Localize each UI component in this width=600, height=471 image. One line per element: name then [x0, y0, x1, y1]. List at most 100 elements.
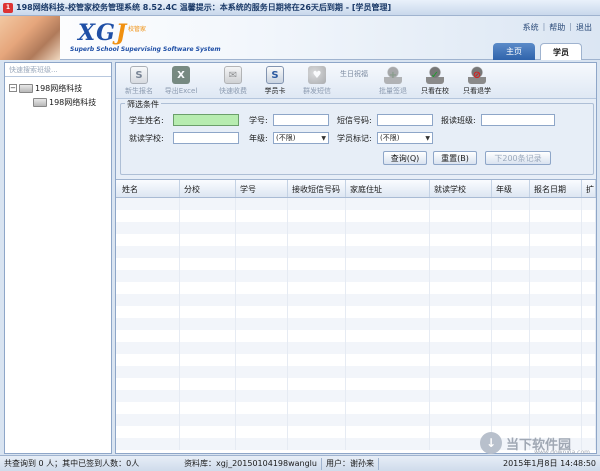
student-id-label: 学号: — [249, 115, 268, 125]
student-mark-label: 学员标记: — [337, 133, 372, 143]
col-sms-number[interactable]: 接收短信号码 — [288, 180, 346, 197]
table-row — [116, 198, 596, 210]
query-summary: 共查询到 0 人；其中已签到人数：0人 — [4, 459, 140, 468]
filter-row-1: 学生姓名: 学号: 短信号码: 报读班级: — [129, 114, 555, 126]
branch-folder-icon — [33, 97, 47, 107]
student-name-input[interactable] — [173, 114, 239, 126]
user-add-icon: + — [384, 66, 402, 84]
tree-child-node[interactable]: 198网络科技 — [9, 95, 107, 109]
logo-mark-text: XG — [78, 20, 116, 46]
current-user: 用户：谢孙来 — [325, 459, 374, 468]
chevron-down-icon: ▼ — [425, 134, 430, 142]
col-address[interactable]: 家庭住址 — [346, 180, 430, 197]
student-card-icon: S — [130, 66, 148, 84]
table-row — [116, 294, 596, 306]
grade-select-value: (不限) — [276, 134, 296, 142]
grade-select[interactable]: (不限) ▼ — [273, 132, 329, 144]
tab-student[interactable]: 学员 — [540, 43, 582, 60]
student-card-label: 学员卡 — [264, 87, 286, 95]
table-row — [116, 366, 596, 378]
student-card-icon: S — [266, 66, 284, 84]
help-link[interactable]: 帮助 — [549, 22, 565, 33]
logo-tagline: Superb School Supervising Software Syste… — [70, 46, 221, 53]
student-mark-select[interactable]: (不限) ▼ — [377, 132, 433, 144]
birthday-wishes-label[interactable]: 生日祝福 — [340, 63, 368, 79]
student-card-button[interactable]: S 学员卡 — [254, 63, 296, 99]
enrolled-class-input[interactable] — [481, 114, 555, 126]
student-management-pane: S 新生报名 X 导出Excel ✉ 快速收费 S 学员卡 ♥ 群发短信 生日祝… — [115, 62, 597, 454]
table-row — [116, 354, 596, 366]
export-excel-button[interactable]: X 导出Excel — [160, 63, 202, 99]
grid-header: 姓名 分校 学号 接收短信号码 家庭住址 就读学校 年级 报名日期 扩 — [116, 180, 596, 198]
app-icon: 1 — [3, 2, 13, 13]
table-row — [116, 270, 596, 282]
brand-logo: XGJ — [78, 20, 127, 46]
col-grade[interactable]: 年级 — [492, 180, 530, 197]
filter-legend: 筛选条件 — [125, 99, 161, 110]
student-grid[interactable]: 姓名 分校 学号 接收短信号码 家庭住址 就读学校 年级 报名日期 扩 — [116, 179, 596, 453]
next-200-button[interactable]: 下200条记录 — [485, 151, 551, 165]
filter-actions: 查询(Q) 重置(B) 下200条记录 — [383, 151, 551, 165]
view-enrolled-label: 只看在校 — [421, 87, 449, 95]
table-row — [116, 342, 596, 354]
mass-sms-button[interactable]: ♥ 群发短信 — [296, 63, 338, 99]
view-enrolled-button[interactable]: ✓ 只看在校 — [414, 63, 456, 99]
table-row — [116, 210, 596, 222]
database-info: 资料库：xgj_20150104198wanglu — [184, 459, 317, 468]
date-time: 2015年1月8日 14:48:50 — [502, 459, 596, 468]
col-extra[interactable]: 扩 — [582, 180, 596, 197]
filter-row-2: 就读学校: 年级: (不限) ▼ 学员标记: (不限) ▼ — [129, 132, 433, 144]
header-banner: XGJ 校管家 Superb School Supervising Softwa… — [0, 16, 600, 60]
col-enroll-date[interactable]: 报名日期 — [530, 180, 582, 197]
batch-signout-button[interactable]: + 批量签退 — [372, 63, 414, 99]
col-school[interactable]: 就读学校 — [430, 180, 492, 197]
filter-panel: 筛选条件 学生姓名: 学号: 短信号码: 报读班级: 就读学校: 年级: (不限… — [120, 99, 594, 175]
class-search-input[interactable]: 快速搜索班级... — [5, 63, 111, 77]
system-link[interactable]: 系统 — [523, 22, 539, 33]
table-row — [116, 330, 596, 342]
logo-mark-accent: J — [115, 20, 128, 46]
col-name[interactable]: 姓名 — [116, 180, 180, 197]
table-row — [116, 222, 596, 234]
grade-label: 年级: — [249, 133, 268, 143]
envelope-icon: ✉ — [224, 66, 242, 84]
table-row — [116, 318, 596, 330]
site-watermark: ↓ 当下软件园 www.downxia.com — [480, 430, 590, 456]
class-tree: − 198网络科技 198网络科技 — [5, 77, 111, 113]
export-excel-label: 导出Excel — [164, 87, 198, 95]
table-row — [116, 258, 596, 270]
sms-number-label: 短信号码: — [337, 115, 372, 125]
new-enroll-button[interactable]: S 新生报名 — [118, 63, 160, 99]
mass-sms-label: 群发短信 — [303, 87, 331, 95]
query-button[interactable]: 查询(Q) — [383, 151, 427, 165]
collapse-icon[interactable]: − — [9, 84, 17, 92]
table-row — [116, 378, 596, 390]
col-branch[interactable]: 分校 — [180, 180, 236, 197]
table-row — [116, 414, 596, 426]
user-check-icon: ✓ — [426, 66, 444, 84]
status-bar: 共查询到 0 人；其中已签到人数：0人 资料库：xgj_20150104198w… — [0, 455, 600, 471]
table-row — [116, 306, 596, 318]
student-id-input[interactable] — [273, 114, 329, 126]
table-row — [116, 282, 596, 294]
student-mark-select-value: (不限) — [380, 134, 400, 142]
user-block-icon: ⊘ — [468, 66, 486, 84]
col-student-id[interactable]: 学号 — [236, 180, 288, 197]
quick-charge-button[interactable]: ✉ 快速收费 — [212, 63, 254, 99]
view-withdrawn-button[interactable]: ⊘ 只看退学 — [456, 63, 498, 99]
exit-link[interactable]: 退出 — [576, 22, 592, 33]
table-row — [116, 234, 596, 246]
tree-root-label: 198网络科技 — [35, 83, 83, 93]
school-label: 就读学校: — [129, 133, 164, 143]
grid-body — [116, 198, 596, 450]
table-row — [116, 246, 596, 258]
window-title: 198网络科技-校管家校务管理系统 8.52.4C 温馨提示：本系统的服务日期将… — [16, 3, 392, 12]
quick-charge-label: 快速收费 — [219, 87, 247, 95]
reset-button[interactable]: 重置(B) — [433, 151, 477, 165]
tree-root-node[interactable]: − 198网络科技 — [9, 81, 107, 95]
tab-home[interactable]: 主页 — [493, 43, 535, 60]
table-row — [116, 390, 596, 402]
banner-people-image — [0, 16, 60, 60]
sms-number-input[interactable] — [377, 114, 433, 126]
school-input[interactable] — [173, 132, 239, 144]
